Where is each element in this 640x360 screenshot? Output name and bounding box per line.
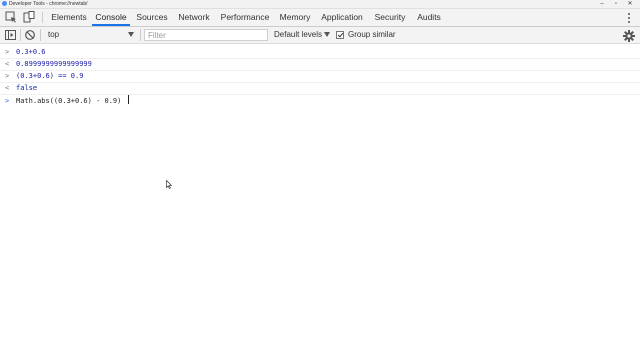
maximize-button[interactable]: ▫ — [610, 0, 622, 8]
console-result-row: < false — [0, 82, 640, 95]
filter-input[interactable] — [144, 29, 268, 41]
context-selector-value: top — [48, 30, 60, 39]
toolbar-divider — [20, 29, 21, 41]
device-toolbar-button[interactable] — [20, 9, 38, 26]
tab-console[interactable]: Console — [92, 9, 130, 26]
log-levels-value: Default levels — [274, 30, 323, 39]
input-chevron-icon: > — [5, 72, 10, 80]
show-sidebar-button[interactable] — [4, 29, 18, 41]
result-chevron-icon: < — [5, 60, 10, 68]
dropdown-arrow-icon — [324, 32, 330, 37]
dropdown-arrow-icon — [128, 32, 134, 37]
console-toolbar: top Default levels Group similar — [0, 27, 640, 44]
tab-bar-divider — [42, 12, 43, 23]
minimize-button[interactable]: – — [596, 0, 608, 8]
tab-sources[interactable]: Sources — [134, 9, 170, 26]
device-mode-icon — [23, 11, 35, 23]
console-prompt[interactable]: > Math.abs((0.3+0.6) - 0.9) — [0, 95, 640, 107]
console-result-text: 0.8999999999999999 — [16, 60, 92, 68]
panel-tab-bar: Elements Console Sources Network Perform… — [0, 9, 640, 27]
console-prompt-text: Math.abs((0.3+0.6) - 0.9) — [16, 97, 126, 105]
console-input-text: 0.3+0.6 — [16, 48, 46, 56]
context-selector[interactable]: top — [44, 28, 136, 42]
tab-application[interactable]: Application — [318, 9, 366, 26]
tab-security[interactable]: Security — [371, 9, 409, 26]
toolbar-divider — [40, 29, 41, 41]
result-chevron-icon: < — [5, 84, 10, 92]
prompt-chevron-icon: > — [5, 97, 10, 105]
tab-network[interactable]: Network — [175, 9, 213, 26]
toolbar-divider — [140, 29, 141, 41]
log-levels-dropdown[interactable]: Default levels — [274, 28, 332, 42]
devtools-app-icon — [2, 1, 7, 6]
inspect-element-button[interactable] — [2, 9, 20, 26]
tab-memory[interactable]: Memory — [277, 9, 313, 26]
console-messages[interactable]: > 0.3+0.6 < 0.8999999999999999 > (0.3+0.… — [0, 44, 640, 360]
close-button[interactable]: ✕ — [624, 0, 636, 8]
group-similar-toggle[interactable]: Group similar — [336, 28, 406, 42]
clear-console-button[interactable] — [23, 29, 37, 41]
console-settings-button[interactable] — [623, 29, 635, 42]
tab-performance[interactable]: Performance — [218, 9, 272, 26]
console-prompt-input[interactable]: Math.abs((0.3+0.6) - 0.9) — [16, 95, 129, 107]
console-input-text: (0.3+0.6) == 0.9 — [16, 72, 84, 80]
gear-icon — [623, 30, 635, 42]
tab-elements[interactable]: Elements — [48, 9, 90, 26]
window-title-bar: Developer Tools - chrome://newtab/ – ▫ ✕ — [0, 0, 640, 9]
group-similar-label: Group similar — [348, 30, 396, 39]
console-result-text: false — [16, 84, 38, 92]
input-chevron-icon: > — [5, 48, 10, 56]
text-caret — [127, 95, 129, 104]
mouse-pointer-icon — [166, 180, 172, 189]
tab-audits[interactable]: Audits — [413, 9, 445, 26]
more-options-icon[interactable] — [625, 12, 633, 24]
clear-console-icon — [25, 30, 35, 40]
window-title: Developer Tools - chrome://newtab/ — [9, 1, 88, 7]
group-similar-checkbox[interactable] — [336, 31, 344, 39]
inspect-cursor-icon — [5, 11, 16, 23]
sidebar-toggle-icon — [5, 30, 16, 40]
